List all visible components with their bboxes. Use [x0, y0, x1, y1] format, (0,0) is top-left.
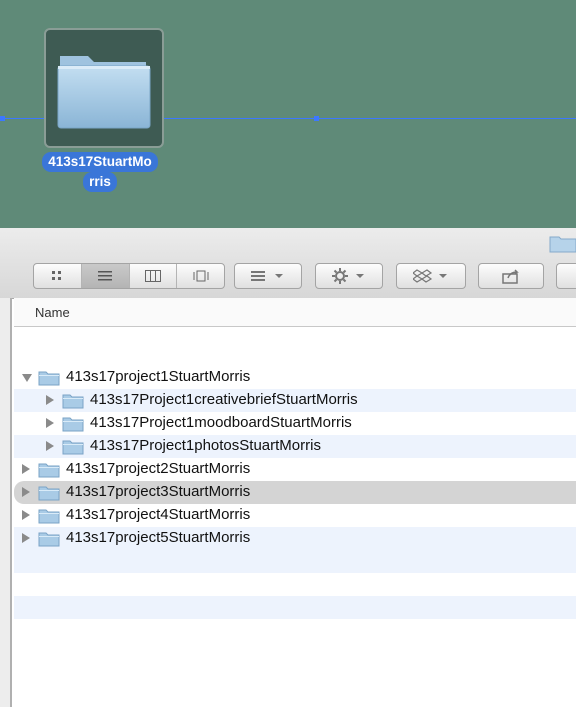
disclosure-triangle-collapsed-icon[interactable] [22, 464, 30, 474]
sidebar-edge [0, 298, 12, 707]
gear-icon [332, 268, 364, 284]
list-row[interactable]: 413s17project5StuartMorris [14, 527, 576, 550]
file-name: 413s17project1StuartMorris [66, 368, 251, 385]
share-icon [502, 269, 519, 284]
disclosure-triangle-collapsed-icon[interactable] [22, 487, 30, 497]
view-mode-segmented-control[interactable] [33, 263, 225, 289]
list-row[interactable]: 413s17project1StuartMorris [14, 366, 576, 389]
folder-icon [62, 393, 84, 409]
guide-handle [314, 116, 319, 121]
file-name: 413s17Project1moodboardStuartMorris [90, 414, 352, 431]
dropbox-icon [413, 269, 447, 283]
list-row[interactable]: 413s17project3StuartMorris [14, 481, 576, 504]
file-name: 413s17Project1creativebriefStuartMorris [90, 391, 358, 408]
list-row[interactable]: 413s17Project1photosStuartMorris [14, 435, 576, 458]
empty-row [14, 619, 576, 642]
file-name: 413s17project3StuartMorris [66, 483, 251, 500]
disclosure-triangle-collapsed-icon[interactable] [46, 395, 54, 405]
folder-icon [38, 370, 60, 386]
list-row[interactable]: 413s17project2StuartMorris [14, 458, 576, 481]
arrange-button[interactable] [234, 263, 302, 289]
desktop-folder-label[interactable]: 413s17StuartMo rris [6, 152, 194, 192]
folder-icon [38, 508, 60, 524]
disclosure-triangle-collapsed-icon[interactable] [46, 418, 54, 428]
empty-row [14, 550, 576, 573]
folder-icon [549, 236, 576, 253]
list-column-header[interactable]: Name [14, 298, 576, 327]
folder-icon [57, 56, 151, 129]
folder-icon [38, 485, 60, 501]
folder-icon [62, 439, 84, 455]
disclosure-triangle-expanded-icon[interactable] [22, 374, 32, 382]
empty-row [14, 596, 576, 619]
folder-icon [38, 531, 60, 547]
empty-row [14, 573, 576, 596]
file-name: 413s17Project1photosStuartMorris [90, 437, 321, 454]
toolbar-overflow-button[interactable] [556, 263, 576, 289]
share-button[interactable] [478, 263, 544, 289]
file-name: 413s17project5StuartMorris [66, 529, 251, 546]
disclosure-triangle-collapsed-icon[interactable] [22, 510, 30, 520]
desktop-folder[interactable] [44, 28, 164, 148]
file-name: 413s17project2StuartMorris [66, 460, 251, 477]
guide-handle [0, 116, 5, 121]
file-list: 413s17project1StuartMorris 413s17Project1… [14, 366, 576, 642]
disclosure-triangle-collapsed-icon[interactable] [22, 533, 30, 543]
name-column-header[interactable]: Name [35, 305, 70, 320]
list-view-icon[interactable] [81, 264, 130, 288]
folder-label-line2: rris [83, 172, 117, 192]
folder-label-line1: 413s17StuartMo [42, 152, 158, 172]
list-row[interactable]: 413s17Project1moodboardStuartMorris [14, 412, 576, 435]
folder-icon [62, 416, 84, 432]
action-button[interactable] [315, 263, 383, 289]
file-name: 413s17project4StuartMorris [66, 506, 251, 523]
arrange-icon [251, 271, 283, 281]
finder-toolbar [0, 228, 576, 299]
cover-flow-view-icon[interactable] [177, 264, 224, 288]
dropbox-button[interactable] [396, 263, 466, 289]
column-view-icon[interactable] [130, 264, 178, 288]
disclosure-triangle-collapsed-icon[interactable] [46, 441, 54, 451]
desktop-area[interactable]: 413s17StuartMo rris [0, 0, 576, 228]
icon-view-icon[interactable] [34, 264, 82, 288]
list-row[interactable]: 413s17Project1creativebriefStuartMorris [14, 389, 576, 412]
folder-icon [38, 462, 60, 478]
list-row[interactable]: 413s17project4StuartMorris [14, 504, 576, 527]
